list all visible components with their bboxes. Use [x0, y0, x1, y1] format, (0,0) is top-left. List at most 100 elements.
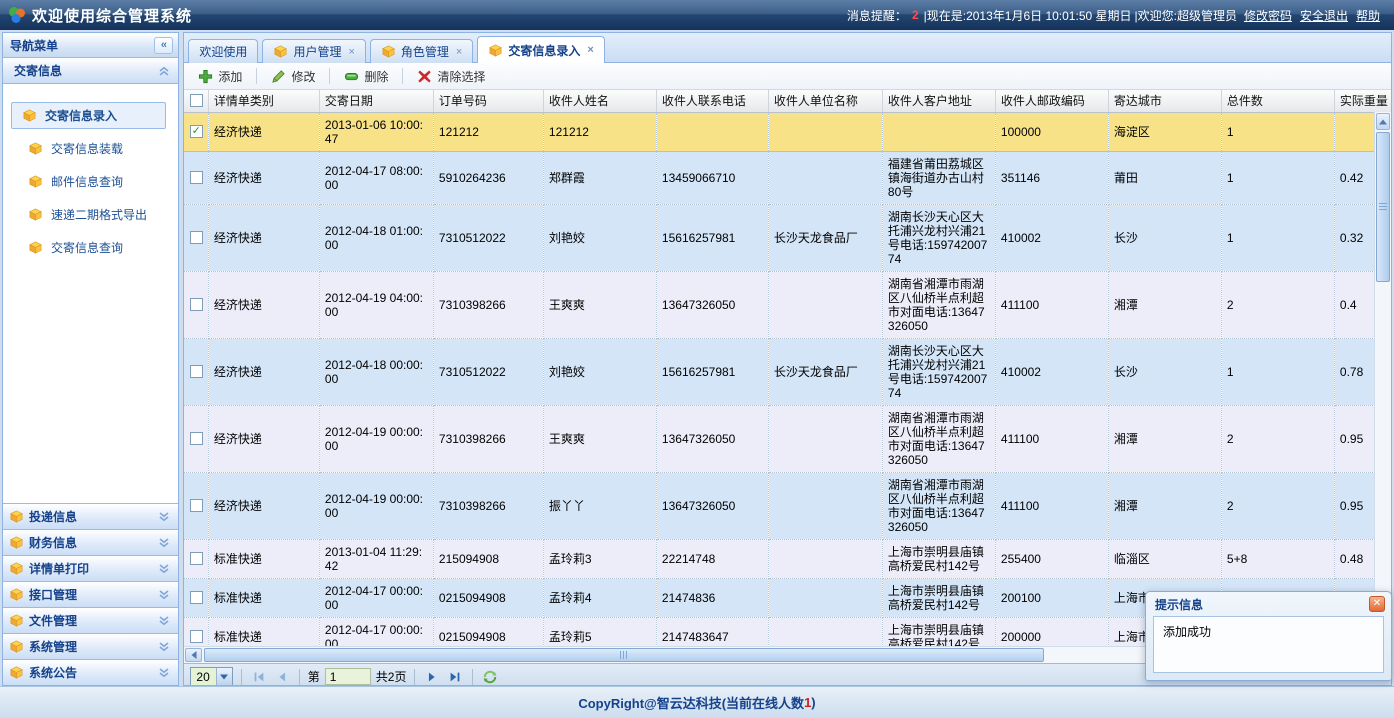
table-cell: 福建省莆田荔城区镇海街道办古山村80号	[882, 151, 995, 204]
sidebar-section-waybill-print[interactable]: 详情单打印	[3, 555, 178, 581]
sidebar-collapse-button[interactable]: «	[154, 37, 173, 54]
tab-close-icon[interactable]: ×	[456, 46, 462, 58]
sidebar-section-finance-info[interactable]: 财务信息	[3, 529, 178, 555]
column-header[interactable]: 实际重量	[1334, 90, 1391, 112]
chevron-up-icon[interactable]	[158, 65, 170, 77]
table-cell: 215094908	[433, 539, 543, 578]
tab-close-icon[interactable]: ×	[587, 44, 593, 56]
select-all-header[interactable]	[184, 90, 208, 112]
column-header[interactable]: 详情单类别	[208, 90, 319, 112]
chevron-double-down-icon[interactable]	[158, 563, 170, 575]
sidebar-section-delivery-info[interactable]: 投递信息	[3, 503, 178, 529]
chevron-double-down-icon[interactable]	[158, 589, 170, 601]
table-cell: 2147483647	[656, 617, 768, 646]
table-cell: 湖南省湘潭市雨湖区八仙桥半点利超市对面电话:13647326050	[882, 472, 995, 539]
table-row[interactable]: 经济快递2012-04-19 00:00:007310398266王爽爽1364…	[184, 405, 1391, 472]
close-icon[interactable]: ✕	[1369, 596, 1385, 612]
table-cell: 2	[1221, 405, 1334, 472]
title-bar: 欢迎使用综合管理系统 消息提醒： 2 |现在是:2013年1月6日 10:01:…	[0, 0, 1394, 30]
row-checkbox[interactable]	[190, 298, 203, 311]
table-row[interactable]: 经济快递2012-04-18 01:00:007310512022刘艳姣1561…	[184, 204, 1391, 271]
help-link[interactable]: 帮助	[1356, 9, 1380, 23]
first-page-button[interactable]	[250, 668, 268, 686]
logout-link[interactable]: 安全退出	[1300, 9, 1348, 23]
sidebar-item-consign-info-entry[interactable]: 交寄信息录入	[11, 102, 166, 129]
popup-header[interactable]: 提示信息 ✕	[1146, 592, 1391, 616]
row-checkbox[interactable]: ✓	[190, 125, 203, 138]
page-size-select[interactable]: 20	[190, 667, 232, 686]
row-checkbox[interactable]	[190, 552, 203, 565]
next-page-button[interactable]	[423, 668, 441, 686]
tab-user-management[interactable]: 用户管理×	[262, 39, 365, 63]
sidebar-section-file-mgmt[interactable]: 文件管理	[3, 607, 178, 633]
row-checkbox[interactable]	[190, 499, 203, 512]
scroll-left-icon[interactable]	[185, 648, 202, 662]
vertical-scrollbar[interactable]	[1374, 112, 1391, 646]
select-all-checkbox[interactable]	[190, 94, 203, 107]
table-row[interactable]: 经济快递2012-04-17 08:00:005910264236郑群霞1345…	[184, 151, 1391, 204]
sidebar-section-consign-info[interactable]: 交寄信息	[3, 58, 178, 84]
sidebar-section-system-notice[interactable]: 系统公告	[3, 659, 178, 685]
row-checkbox-cell	[184, 617, 208, 646]
table-cell: 2013-01-06 10:00:47	[319, 112, 433, 151]
sidebar-item-consign-info-load[interactable]: 交寄信息装载	[17, 135, 166, 162]
column-header[interactable]: 收件人客户地址	[882, 90, 995, 112]
edit-button[interactable]: 修改	[263, 65, 323, 88]
clear-selection-button[interactable]: 清除选择	[409, 65, 493, 88]
prev-page-button[interactable]	[273, 668, 291, 686]
popup-title: 提示信息	[1155, 596, 1203, 613]
row-checkbox[interactable]	[190, 591, 203, 604]
add-button[interactable]: 添加	[190, 65, 250, 88]
column-header[interactable]: 收件人邮政编码	[995, 90, 1108, 112]
row-checkbox[interactable]	[190, 365, 203, 378]
change-password-link[interactable]: 修改密码	[1244, 9, 1292, 23]
table-row[interactable]: 标准快递2013-01-04 11:29:42215094908孟玲莉32221…	[184, 539, 1391, 578]
tab-role-management[interactable]: 角色管理×	[370, 39, 473, 63]
chevron-double-down-icon[interactable]	[158, 641, 170, 653]
last-page-button[interactable]	[446, 668, 464, 686]
sidebar-section-label: 投递信息	[29, 508, 77, 525]
tab-welcome[interactable]: 欢迎使用	[188, 39, 258, 63]
sidebar-item-express-phase2-export[interactable]: 速递二期格式导出	[17, 201, 166, 228]
table-cell: 411100	[995, 405, 1108, 472]
delete-button[interactable]: 删除	[336, 65, 396, 88]
sidebar-item-mail-info-query[interactable]: 邮件信息查询	[17, 168, 166, 195]
column-header[interactable]: 收件人单位名称	[768, 90, 882, 112]
scroll-up-icon[interactable]	[1376, 113, 1390, 130]
table-row[interactable]: ✓经济快递2013-01-06 10:00:471212121212121000…	[184, 112, 1391, 151]
package-icon	[22, 108, 37, 123]
row-checkbox[interactable]	[190, 171, 203, 184]
sidebar-section-system-mgmt[interactable]: 系统管理	[3, 633, 178, 659]
table-cell: 2012-04-18 00:00:00	[319, 338, 433, 405]
chevron-double-down-icon[interactable]	[158, 667, 170, 679]
vertical-scroll-thumb[interactable]	[1376, 132, 1390, 282]
column-header[interactable]: 交寄日期	[319, 90, 433, 112]
column-header[interactable]: 总件数	[1221, 90, 1334, 112]
tab-close-icon[interactable]: ×	[348, 46, 354, 58]
table-row[interactable]: 经济快递2012-04-18 00:00:007310512022刘艳姣1561…	[184, 338, 1391, 405]
sidebar-section-label: 交寄信息	[14, 62, 62, 79]
table-row[interactable]: 经济快递2012-04-19 00:00:007310398266振丫丫1364…	[184, 472, 1391, 539]
message-count-badge[interactable]: 2	[912, 8, 919, 22]
row-checkbox[interactable]	[190, 630, 203, 643]
sidebar-item-consign-info-query[interactable]: 交寄信息查询	[17, 234, 166, 261]
column-header[interactable]: 收件人联系电话	[656, 90, 768, 112]
table-row[interactable]: 经济快递2012-04-19 04:00:007310398266王爽爽1364…	[184, 271, 1391, 338]
paging-separator	[414, 669, 415, 685]
table-cell	[768, 578, 882, 617]
refresh-button[interactable]	[481, 668, 499, 686]
sidebar-section-interface-mgmt[interactable]: 接口管理	[3, 581, 178, 607]
horizontal-scroll-thumb[interactable]	[204, 648, 1044, 662]
chevron-double-down-icon[interactable]	[158, 537, 170, 549]
page-number-input[interactable]	[325, 668, 371, 685]
column-header[interactable]: 订单号码	[433, 90, 543, 112]
row-checkbox[interactable]	[190, 231, 203, 244]
row-checkbox[interactable]	[190, 432, 203, 445]
chevron-down-icon[interactable]	[216, 668, 232, 685]
chevron-double-down-icon[interactable]	[158, 511, 170, 523]
tab-consign-info-entry[interactable]: 交寄信息录入×	[477, 36, 604, 63]
column-header[interactable]: 收件人姓名	[543, 90, 656, 112]
chevron-double-down-icon[interactable]	[158, 615, 170, 627]
column-header[interactable]: 寄达城市	[1108, 90, 1221, 112]
add-button-label: 添加	[218, 68, 242, 85]
